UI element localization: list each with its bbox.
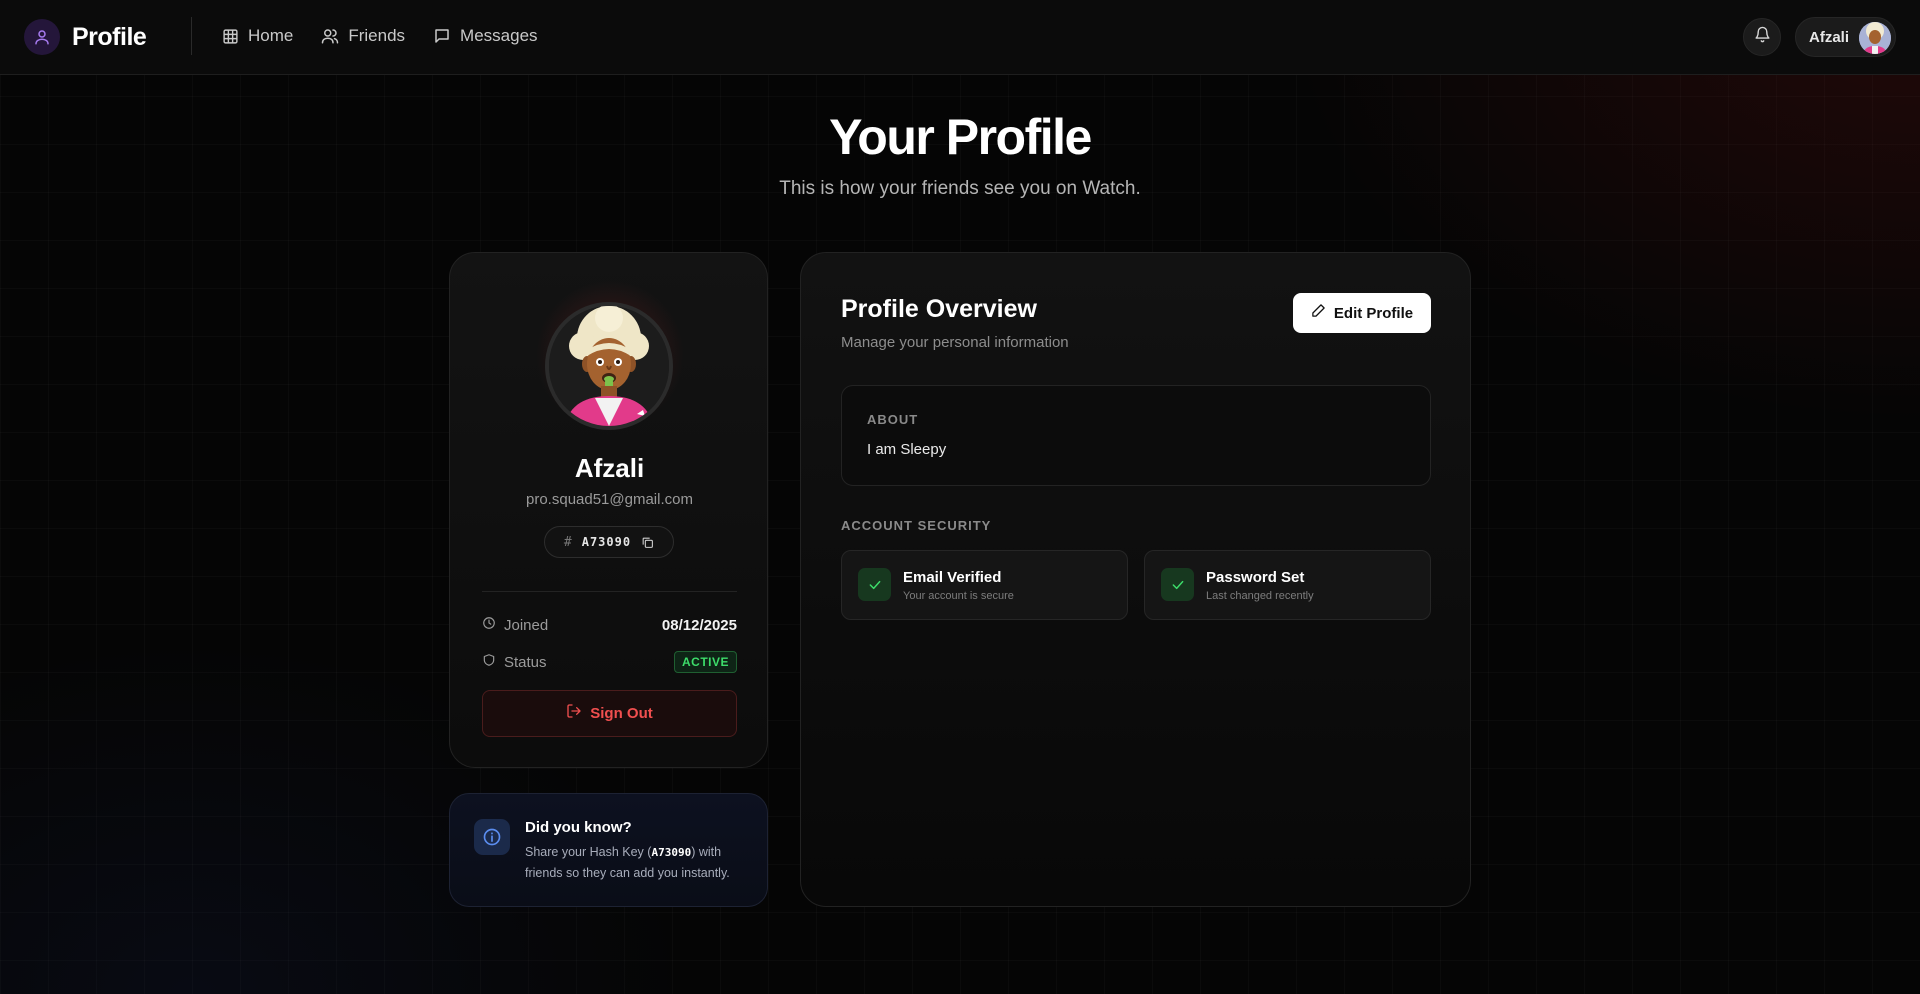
- profile-overview-panel: Profile Overview Manage your personal in…: [800, 252, 1471, 907]
- user-menu-name: Afzali: [1809, 28, 1850, 46]
- check-icon: [858, 568, 891, 601]
- tip-hash-key: A73090: [651, 846, 692, 859]
- tip-title: Did you know?: [525, 819, 632, 836]
- brand-title: Profile: [72, 22, 147, 51]
- tip-body: Share your Hash Key (A73090) with friend…: [525, 842, 755, 884]
- about-section: ABOUT I am Sleepy: [841, 385, 1431, 486]
- joined-date: 08/12/2025: [661, 616, 737, 634]
- profile-email: pro.squad51@gmail.com: [526, 491, 693, 508]
- security-heading: ACCOUNT SECURITY: [841, 518, 992, 533]
- logout-icon: [566, 703, 582, 724]
- about-label: ABOUT: [867, 412, 919, 427]
- joined-row: Joined 08/12/2025: [482, 614, 737, 636]
- status-label: Status: [504, 653, 547, 671]
- nav-link-messages[interactable]: Messages: [433, 26, 538, 46]
- nav-link-label: Messages: [460, 26, 538, 45]
- page-title: Your Profile: [829, 109, 1092, 165]
- overview-title: Profile Overview: [841, 295, 1037, 323]
- user-menu-button[interactable]: Afzali: [1795, 17, 1896, 57]
- email-verified-card: Email Verified Your account is secure: [841, 550, 1128, 620]
- status-badge: ACTIVE: [673, 651, 737, 673]
- hash-key: A73090: [581, 535, 632, 549]
- pencil-icon: [1311, 303, 1326, 323]
- password-set-card: Password Set Last changed recently: [1144, 550, 1431, 620]
- page-subtitle: This is how your friends see you on Watc…: [779, 178, 1141, 199]
- status-row: Status ACTIVE: [482, 651, 737, 673]
- message-icon: [433, 27, 451, 45]
- security-item-title: Email Verified: [903, 569, 1002, 586]
- brand[interactable]: Profile: [24, 19, 147, 55]
- check-icon: [1161, 568, 1194, 601]
- nav-links: Home Friends Messages: [222, 26, 538, 46]
- status-label-group: Status: [482, 653, 547, 671]
- tip-card: Did you know? Share your Hash Key (A7309…: [449, 793, 768, 907]
- profile-name: Afzali: [574, 453, 645, 483]
- hash-key-pill: # A73090: [544, 526, 674, 558]
- bell-icon: [1754, 26, 1771, 48]
- sign-out-label: Sign Out: [590, 705, 653, 722]
- nav-link-home[interactable]: Home: [222, 26, 293, 46]
- sign-out-button[interactable]: Sign Out: [482, 690, 737, 737]
- security-item-title: Password Set: [1206, 569, 1305, 586]
- nav-link-label: Friends: [348, 26, 406, 45]
- profile-avatar: [545, 302, 673, 430]
- edit-profile-label: Edit Profile: [1333, 304, 1414, 322]
- tip-body-prefix: Share your Hash Key (: [525, 845, 652, 859]
- profile-card: Afzali pro.squad51@gmail.com # A73090 Jo…: [449, 252, 768, 768]
- users-icon: [321, 27, 339, 45]
- nav-divider: [191, 17, 192, 55]
- notifications-button[interactable]: [1743, 18, 1781, 56]
- shield-icon: [482, 653, 496, 671]
- top-nav: Profile Home Friends Messages Afzali: [0, 0, 1920, 75]
- clock-icon: [482, 616, 496, 634]
- avatar: [1859, 22, 1891, 54]
- overview-subtitle: Manage your personal information: [841, 334, 1069, 351]
- grid-icon: [222, 28, 239, 45]
- joined-label-group: Joined: [482, 616, 548, 634]
- about-text: I am Sleepy: [867, 441, 947, 458]
- joined-label: Joined: [504, 616, 549, 634]
- user-icon: [24, 19, 60, 55]
- edit-profile-button[interactable]: Edit Profile: [1293, 293, 1431, 333]
- hash-icon: #: [563, 534, 572, 550]
- divider: [482, 591, 737, 592]
- copy-icon[interactable]: [641, 536, 654, 549]
- security-item-desc: Last changed recently: [1206, 590, 1314, 602]
- nav-link-friends[interactable]: Friends: [321, 26, 405, 46]
- security-item-desc: Your account is secure: [903, 590, 1014, 602]
- info-icon: [474, 819, 510, 855]
- nav-link-label: Home: [248, 26, 294, 45]
